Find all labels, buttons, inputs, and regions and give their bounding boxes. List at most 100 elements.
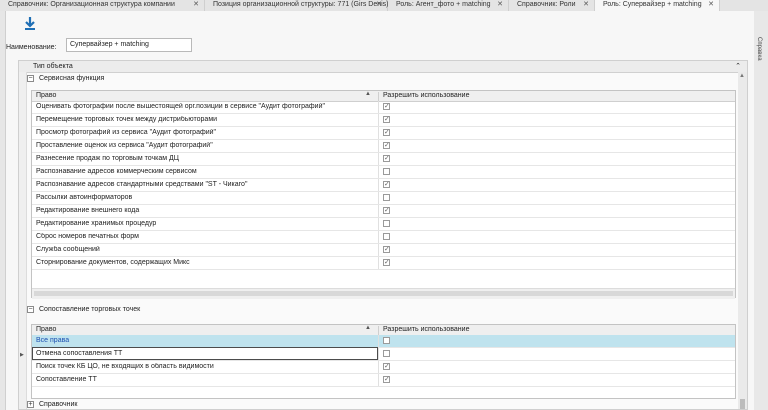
group-title: Справочник [39,401,78,408]
table-row[interactable]: Сопоставление ТТ ✓ [32,374,735,387]
table-row[interactable]: Разнесение продаж по торговым точкам ДЦ ✓ [32,153,735,166]
checked-checkbox[interactable]: ✓ [383,246,390,253]
unchecked-checkbox[interactable] [383,337,390,344]
table-row[interactable]: Просмотр фотографий из сервиса "Аудит фо… [32,127,735,140]
close-icon[interactable]: ✕ [376,0,382,10]
right-name-cell[interactable]: Разнесение продаж по торговым точкам ДЦ [36,155,372,162]
right-name-cell[interactable]: Оценивать фотографии после вышестоящей о… [36,103,372,110]
collapse-icon[interactable]: − [27,75,34,82]
right-name-cell[interactable]: Проставление оценок из сервиса "Аудит фо… [36,142,372,149]
right-name-cell[interactable]: Служба сообщений [36,246,372,253]
checked-checkbox[interactable]: ✓ [383,103,390,110]
right-name-cell[interactable]: Просмотр фотографий из сервиса "Аудит фо… [36,129,372,136]
allow-cell: ✓ [378,257,736,269]
column-right[interactable]: Право [36,92,56,99]
table-empty-area [32,387,735,398]
allow-cell: ✓ [378,127,736,139]
checked-checkbox[interactable]: ✓ [383,116,390,123]
unchecked-checkbox[interactable] [383,233,390,240]
right-name-cell[interactable]: Поиск точек КБ ЦО, не входящих в область… [36,363,372,370]
right-name-cell[interactable]: Редактирование хранимых процедур [36,220,372,227]
checked-checkbox[interactable]: ✓ [383,363,390,370]
chevron-up-icon[interactable]: ⌃ [735,62,741,70]
unchecked-checkbox[interactable] [383,194,390,201]
checked-checkbox[interactable]: ✓ [383,142,390,149]
vertical-scrollbar[interactable]: ▲ [738,72,747,409]
right-name-cell[interactable]: Все права [36,337,372,344]
scroll-up-icon[interactable]: ▲ [739,73,745,79]
column-allow[interactable]: Разрешить использование [378,92,469,101]
table-row[interactable]: Распознавание адресов коммерческим серви… [32,166,735,179]
grid-header: Тип объекта ⌃ [19,61,747,73]
table-row[interactable]: Отмена сопоставления ТТ [32,347,736,361]
allow-cell: ✓ [378,153,736,165]
right-name-cell[interactable]: Сброс номеров печатных форм [36,233,372,240]
close-icon[interactable]: ✕ [497,0,503,10]
role-editor: Наименование: Супервайзер + matching Тип… [6,11,754,410]
right-name-cell[interactable]: Рассылки автоинформаторов [36,194,372,201]
unchecked-checkbox[interactable] [383,220,390,227]
sort-asc-icon[interactable]: ▲ [365,91,371,97]
allow-cell [378,348,736,360]
column-allow[interactable]: Разрешить использование [378,326,469,335]
table-row[interactable]: Перемещение торговых точек между дистриб… [32,114,735,127]
close-icon[interactable]: ✕ [708,0,714,10]
right-name-cell[interactable]: Сторнирование документов, содержащих Мик… [36,259,372,266]
group-title: Сопоставление торговых точек [39,306,141,313]
column-right[interactable]: Право [36,326,56,333]
table-row[interactable]: Оценивать фотографии после вышестоящей о… [32,101,735,114]
checked-checkbox[interactable]: ✓ [383,181,390,188]
expand-icon[interactable]: + [27,401,34,408]
right-name-cell[interactable]: Редактирование внешнего кода [36,207,372,214]
table-row[interactable]: Сторнирование документов, содержащих Мик… [32,257,735,270]
tab-label: Справочник: Роли [517,1,576,8]
table-row[interactable]: Проставление оценок из сервиса "Аудит фо… [32,140,735,153]
allow-cell [378,231,736,243]
tab-role-agent[interactable]: Роль: Агент_фото + matching ✕ [388,0,509,11]
table-row[interactable]: Поиск точек КБ ЦО, не входящих в область… [32,361,735,374]
table-row[interactable]: Рассылки автоинформаторов [32,192,735,205]
name-label: Наименование: [6,44,57,51]
table-row[interactable]: Редактирование хранимых процедур [32,218,735,231]
table-row[interactable]: Сброс номеров печатных форм [32,231,735,244]
close-icon[interactable]: ✕ [583,0,589,10]
scroll-thumb[interactable] [740,399,745,409]
right-name-cell[interactable]: Распознавание адресов коммерческим серви… [36,168,372,175]
close-icon[interactable]: ✕ [193,0,199,10]
tab-role-supervisor[interactable]: Роль: Супервайзер + matching ✕ [595,0,720,11]
tab-roles-reference[interactable]: Справочник: Роли ✕ [509,0,595,11]
table-empty-area [32,270,735,288]
table-row[interactable]: Распознавание адресов стандартными средс… [32,179,735,192]
checked-checkbox[interactable]: ✓ [383,259,390,266]
sort-asc-icon[interactable]: ▲ [365,325,371,331]
service-rights-table: Право ▲ Разрешить использование Оцениват… [31,90,736,299]
collapse-icon[interactable]: − [27,306,34,313]
right-name-cell[interactable]: Отмена сопоставления ТТ [32,347,378,360]
help-panel-tab[interactable]: Справка [756,37,762,61]
checked-checkbox[interactable]: ✓ [383,155,390,162]
tab-label: Роль: Супервайзер + matching [603,1,702,8]
unchecked-checkbox[interactable] [383,168,390,175]
allow-cell [378,218,736,230]
allow-cell [378,335,736,347]
tab-position[interactable]: Позиция организационной структуры: 771 (… [205,0,389,11]
right-name-cell[interactable]: Распознавание адресов стандартными средс… [36,181,372,188]
checked-checkbox[interactable]: ✓ [383,129,390,136]
table-row[interactable]: Все права [32,335,735,348]
table-row[interactable]: Служба сообщений ✓ [32,244,735,257]
allow-cell: ✓ [378,361,736,373]
scroll-thumb[interactable] [34,291,733,296]
checked-checkbox[interactable]: ✓ [383,376,390,383]
allow-cell: ✓ [378,205,736,217]
right-name-cell[interactable]: Сопоставление ТТ [36,376,372,383]
checked-checkbox[interactable]: ✓ [383,207,390,214]
right-name-cell[interactable]: Перемещение торговых точек между дистриб… [36,116,372,123]
name-field[interactable]: Супервайзер + matching [66,38,192,52]
horizontal-scrollbar[interactable] [32,288,735,299]
tab-org-structure[interactable]: Справочник: Организационная структура ко… [0,0,205,11]
unchecked-checkbox[interactable] [383,350,390,357]
allow-cell [378,192,736,204]
download-icon[interactable] [22,15,38,31]
table-row[interactable]: Редактирование внешнего кода ✓ [32,205,735,218]
allow-cell: ✓ [378,244,736,256]
